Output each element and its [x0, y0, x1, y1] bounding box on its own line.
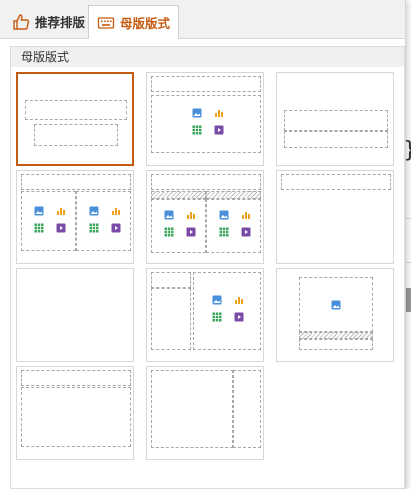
- layout-tile-title-and-content[interactable]: [146, 72, 264, 166]
- picture-icon: [219, 210, 229, 220]
- vertical-title-placeholder: [233, 370, 261, 448]
- layout-tile-picture-with-caption[interactable]: [276, 268, 394, 362]
- layout-tile-content-with-caption[interactable]: [146, 268, 264, 362]
- table-icon: [192, 125, 202, 135]
- chart-icon: [111, 206, 121, 216]
- title-placeholder: [21, 370, 131, 386]
- caption-text-placeholder: [299, 339, 373, 350]
- section-title: 母版版式: [11, 47, 404, 67]
- content-icons: [192, 108, 224, 135]
- title-placeholder: [284, 110, 388, 131]
- layout-tile-blank[interactable]: [16, 268, 134, 362]
- picture-placeholder: [299, 277, 373, 332]
- chart-icon: [56, 206, 66, 216]
- tab-recommended-layout[interactable]: 推荐排版: [6, 5, 92, 38]
- content-icons: [164, 210, 196, 237]
- chart-icon: [214, 108, 224, 118]
- picture-icon: [212, 295, 222, 305]
- layout-tile-title-only[interactable]: [276, 170, 394, 264]
- layout-tile-title-and-vertical-text[interactable]: [16, 366, 134, 460]
- picture-icon: [331, 300, 341, 310]
- chart-icon: [186, 210, 196, 220]
- right-content-placeholder: [206, 199, 261, 253]
- picture-icon: [89, 206, 99, 216]
- content-placeholder: [193, 272, 261, 350]
- tab-recommended-label: 推荐排版: [35, 16, 86, 30]
- picture-icon: [192, 108, 202, 118]
- subtitle-placeholder: [34, 124, 118, 146]
- content-placeholder: [151, 95, 261, 153]
- media-icon: [214, 125, 224, 135]
- table-icon: [212, 312, 222, 322]
- content-icons: [89, 206, 121, 233]
- caption-title-placeholder: [299, 332, 373, 339]
- picture-icon: [34, 206, 44, 216]
- vertical-text-placeholder: [21, 387, 131, 447]
- left-content-placeholder: [21, 191, 76, 251]
- table-icon: [34, 223, 44, 233]
- caption-text-placeholder: [151, 288, 191, 350]
- title-placeholder: [25, 100, 127, 120]
- content-icons: [34, 206, 66, 233]
- table-icon: [164, 227, 174, 237]
- content-icons: [212, 295, 244, 322]
- title-placeholder: [21, 174, 131, 190]
- tab-master-layout[interactable]: 母版版式: [88, 5, 179, 39]
- title-placeholder: [151, 174, 261, 190]
- thumbs-up-icon: [12, 13, 30, 31]
- media-icon: [111, 223, 121, 233]
- layout-tile-section-header[interactable]: [276, 72, 394, 166]
- chart-icon: [241, 210, 251, 220]
- left-content-placeholder: [151, 199, 206, 253]
- right-heading-placeholder: [206, 191, 261, 199]
- picture-icon: [164, 210, 174, 220]
- media-icon: [234, 312, 244, 322]
- keyboard-icon: [97, 14, 115, 32]
- media-icon: [186, 227, 196, 237]
- title-placeholder: [151, 76, 261, 92]
- right-content-placeholder: [76, 191, 131, 251]
- layout-tile-vertical-title-and-text[interactable]: [146, 366, 264, 460]
- table-icon: [219, 227, 229, 237]
- content-icons: [219, 210, 251, 237]
- tab-bar: 推荐排版 母版版式: [0, 0, 405, 39]
- title-placeholder: [281, 174, 391, 190]
- layout-tile-title-slide[interactable]: [16, 72, 134, 166]
- media-icon: [241, 227, 251, 237]
- caption-title-placeholder: [151, 272, 191, 288]
- vertical-text-placeholder: [151, 370, 233, 448]
- text-placeholder: [284, 131, 388, 148]
- layout-tile-two-content[interactable]: [16, 170, 134, 264]
- left-heading-placeholder: [151, 191, 206, 199]
- media-icon: [56, 223, 66, 233]
- layout-panel: 推荐排版 母版版式 母版版式: [0, 0, 406, 489]
- table-icon: [89, 223, 99, 233]
- tab-master-label: 母版版式: [120, 17, 171, 31]
- chart-icon: [234, 295, 244, 305]
- layout-tile-comparison[interactable]: [146, 170, 264, 264]
